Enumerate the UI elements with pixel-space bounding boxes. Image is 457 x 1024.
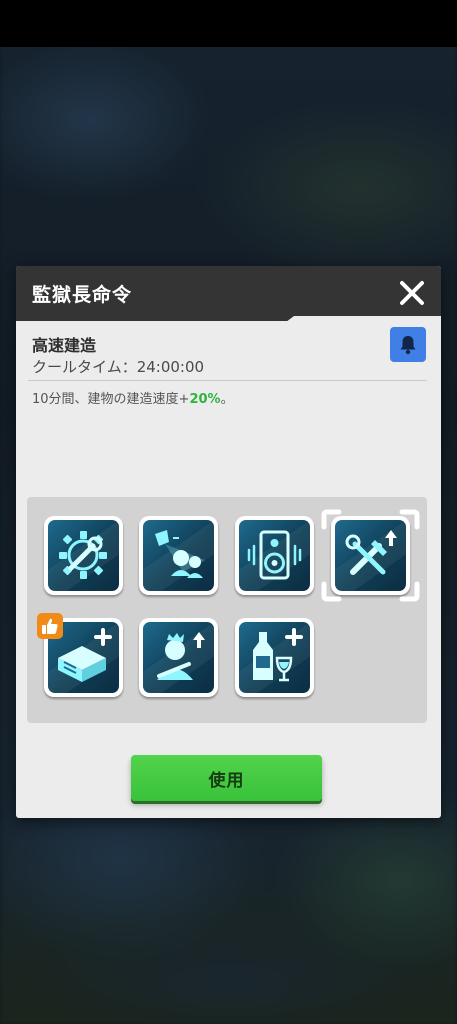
close-icon bbox=[400, 281, 424, 305]
order-tile-spotlight[interactable] bbox=[139, 516, 218, 595]
status-bar bbox=[0, 0, 457, 47]
thumbs-up-icon bbox=[42, 618, 58, 634]
speaker-icon bbox=[247, 530, 302, 580]
notify-button[interactable] bbox=[390, 327, 426, 362]
order-tile-prisoner[interactable] bbox=[139, 618, 218, 697]
order-name: 高速建造 bbox=[32, 336, 97, 355]
recommended-badge bbox=[37, 613, 63, 639]
warden-order-dialog: 監獄長命令 高速建造 クールタイム：24:00:00 10分間、建物の建造速度+… bbox=[16, 266, 441, 818]
order-tile-wine[interactable] bbox=[235, 618, 314, 697]
order-description: 10分間、建物の建造速度+20%。 bbox=[32, 388, 234, 407]
order-grid bbox=[27, 497, 427, 723]
use-button[interactable]: 使用 bbox=[131, 755, 322, 801]
order-tile-gear[interactable] bbox=[44, 516, 123, 595]
close-button[interactable] bbox=[395, 276, 429, 310]
dialog-header: 監獄長命令 bbox=[16, 266, 441, 321]
cooltime-text: クールタイム：24:00:00 bbox=[32, 358, 205, 376]
gear-wrench-icon bbox=[59, 531, 107, 579]
order-tile-speaker[interactable] bbox=[235, 516, 314, 595]
prisoner-upgrade-icon bbox=[157, 632, 205, 680]
order-tile-tools[interactable] bbox=[331, 516, 410, 595]
desc-value: 20% bbox=[189, 392, 221, 407]
desc-prefix: 10分間、建物の建造速度+ bbox=[32, 392, 190, 407]
divider bbox=[28, 380, 427, 381]
desc-suffix: 。 bbox=[220, 392, 234, 407]
bell-icon bbox=[400, 335, 416, 354]
dialog-title: 監獄長命令 bbox=[32, 284, 133, 306]
spotlight-prisoners-icon bbox=[155, 530, 205, 578]
wine-plus-icon bbox=[253, 628, 303, 682]
tools-upgrade-icon bbox=[345, 530, 397, 575]
